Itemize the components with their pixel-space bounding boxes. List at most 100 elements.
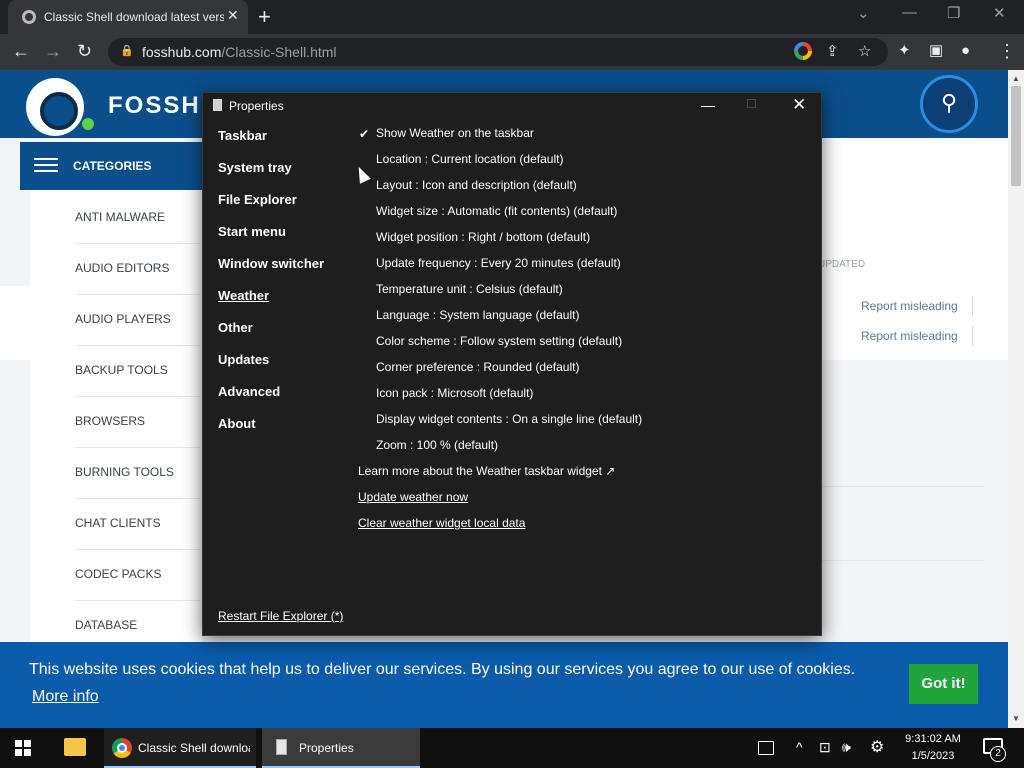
scrollbar-thumb[interactable] (1011, 86, 1021, 186)
taskbar-chrome-button[interactable]: Classic Shell download latest version (104, 728, 256, 768)
logo-status-dot (82, 118, 94, 130)
option-show-weather[interactable]: Show Weather on the taskbar (376, 126, 534, 140)
divider (75, 447, 200, 448)
option-corner-preference[interactable]: Corner preference : Rounded (default) (376, 360, 579, 374)
tab-close-icon[interactable]: ✕ (227, 7, 239, 24)
reload-icon[interactable]: ↻ (77, 40, 92, 62)
option-temperature-unit[interactable]: Temperature unit : Celsius (default) (376, 282, 563, 296)
start-button-icon[interactable] (15, 740, 31, 756)
tray-chevron-icon[interactable]: ^ (796, 739, 803, 755)
option-layout[interactable]: Layout : Icon and description (default) (376, 178, 577, 192)
nav-advanced[interactable]: Advanced (218, 384, 280, 399)
dialog-title: Properties (229, 99, 284, 113)
divider (75, 549, 200, 550)
restart-file-explorer-link[interactable]: Restart File Explorer (*) (218, 609, 343, 623)
address-bar[interactable]: 🔒 fosshub.com/Classic-Shell.html ⇪ ☆ (108, 38, 888, 66)
browser-toolbar: ← → ↻ 🔒 fosshub.com/Classic-Shell.html ⇪… (0, 34, 1024, 70)
category-browsers[interactable]: BROWSERS (75, 414, 145, 428)
network-icon[interactable]: ⊡ (819, 739, 831, 756)
nav-system-tray[interactable]: System tray (218, 160, 292, 175)
category-burning-tools[interactable]: BURNING TOOLS (75, 465, 174, 479)
report-misleading-link[interactable]: Report misleading (861, 299, 958, 313)
nav-weather[interactable]: Weather (218, 288, 269, 303)
window-restore-button[interactable]: ❐ (947, 4, 960, 22)
taskbar-properties-label: Properties (299, 741, 354, 755)
nav-window-switcher[interactable]: Window switcher (218, 256, 324, 271)
window-minimize-button[interactable]: — (902, 4, 917, 21)
option-language[interactable]: Language : System language (default) (376, 308, 579, 322)
profile-icon[interactable]: ● (961, 40, 970, 62)
option-update-frequency[interactable]: Update frequency : Every 20 minutes (def… (376, 256, 621, 270)
volume-icon[interactable]: 🕪 (842, 739, 851, 756)
divider (75, 396, 200, 397)
option-color-scheme[interactable]: Color scheme : Follow system setting (de… (376, 334, 622, 348)
clock-time[interactable]: 9:31:02 AM (903, 733, 963, 745)
category-codec-packs[interactable]: CODEC PACKS (75, 567, 161, 581)
tab-title: Classic Shell download latest version (44, 10, 224, 24)
option-widget-position[interactable]: Widget position : Right / bottom (defaul… (376, 230, 590, 244)
nav-other[interactable]: Other (218, 320, 253, 335)
option-zoom[interactable]: Zoom : 100 % (default) (376, 438, 498, 452)
option-icon-pack[interactable]: Icon pack : Microsoft (default) (376, 386, 533, 400)
back-icon[interactable]: ← (12, 40, 30, 62)
categories-label: CATEGORIES (73, 159, 152, 173)
properties-app-icon (276, 739, 287, 755)
taskbar-chrome-label: Classic Shell download latest version (138, 741, 250, 755)
browser-tab-strip: Classic Shell download latest version ✕ … (0, 0, 1024, 34)
category-audio-editors[interactable]: AUDIO EDITORS (75, 261, 169, 275)
share-icon[interactable]: ⇪ (826, 42, 839, 60)
clear-widget-data-link[interactable]: Clear weather widget local data (358, 516, 525, 530)
category-backup-tools[interactable]: BACKUP TOOLS (75, 363, 168, 377)
url-host: fosshub.com (142, 44, 222, 60)
fosshub-logo-icon[interactable] (26, 78, 84, 136)
page-scrollbar[interactable]: ▲ ▼ (1008, 70, 1024, 728)
category-audio-players[interactable]: AUDIO PLAYERS (75, 312, 171, 326)
category-anti-malware[interactable]: ANTI MALWARE (75, 210, 165, 224)
browser-tab[interactable]: Classic Shell download latest version ✕ (8, 0, 248, 34)
clock-date[interactable]: 1/5/2023 (903, 750, 963, 762)
nav-about[interactable]: About (218, 416, 256, 431)
scroll-down-arrow-icon[interactable]: ▼ (1012, 714, 1020, 723)
nav-start-menu[interactable]: Start menu (218, 224, 286, 239)
nav-file-explorer[interactable]: File Explorer (218, 192, 297, 207)
settings-gear-icon[interactable]: ⚙ (870, 737, 884, 757)
learn-more-link[interactable]: Learn more about the Weather taskbar wid… (358, 464, 615, 478)
taskbar-properties-button[interactable]: Properties (262, 728, 420, 768)
option-location[interactable]: Location : Current location (default) (376, 152, 563, 166)
google-lens-icon[interactable] (794, 42, 812, 60)
dialog-maximize-button[interactable]: □ (747, 95, 756, 112)
scroll-up-arrow-icon[interactable]: ▲ (1012, 74, 1020, 83)
site-search-icon[interactable]: ⚲ (920, 75, 978, 133)
dialog-minimize-button[interactable]: — (701, 97, 715, 113)
forward-icon[interactable]: → (44, 40, 62, 62)
new-tab-button[interactable]: + (258, 4, 271, 30)
more-info-link[interactable]: More info (32, 688, 99, 706)
divider (972, 296, 973, 316)
extensions-icon[interactable]: ✦ (898, 40, 911, 62)
tab-search-chevron-icon[interactable]: ⌄ (857, 4, 870, 22)
divider (75, 600, 200, 601)
tab-favicon-icon (22, 10, 36, 24)
category-database[interactable]: DATABASE (75, 618, 137, 632)
side-panel-icon[interactable]: ▣ (929, 40, 943, 62)
report-misleading-link[interactable]: Report misleading (861, 329, 958, 343)
option-widget-size[interactable]: Widget size : Automatic (fit contents) (… (376, 204, 617, 218)
category-chat-clients[interactable]: CHAT CLIENTS (75, 516, 161, 530)
got-it-button[interactable]: Got it! (909, 664, 978, 704)
url-path: /Classic-Shell.html (221, 44, 337, 60)
chrome-menu-icon[interactable]: ⋮ (998, 40, 1016, 62)
divider (75, 294, 200, 295)
nav-taskbar[interactable]: Taskbar (218, 128, 267, 143)
checkmark-icon: ✔ (359, 127, 370, 141)
properties-dialog: Properties — □ ✕ Taskbar System tray Fil… (202, 92, 822, 636)
nav-updates[interactable]: Updates (218, 352, 269, 367)
file-explorer-icon[interactable] (64, 738, 86, 756)
categories-header[interactable]: CATEGORIES (20, 142, 210, 190)
bookmark-star-icon[interactable]: ☆ (858, 42, 871, 60)
lock-icon: 🔒 (120, 45, 134, 57)
window-close-button[interactable]: ✕ (993, 4, 1006, 22)
dialog-close-button[interactable]: ✕ (792, 95, 806, 115)
option-display-widget-contents[interactable]: Display widget contents : On a single li… (376, 412, 642, 426)
update-weather-now-link[interactable]: Update weather now (358, 490, 468, 504)
weather-widget-icon[interactable] (758, 741, 774, 755)
